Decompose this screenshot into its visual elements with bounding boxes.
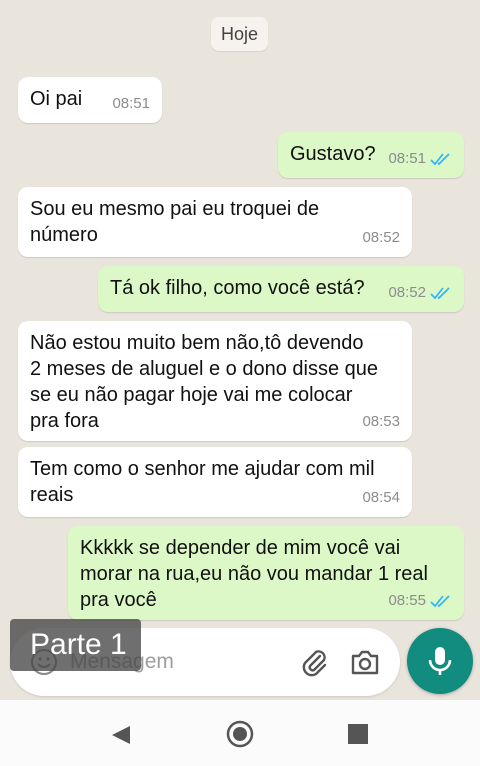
message-time: 08:55 [388, 592, 426, 609]
message-time: 08:51 [112, 95, 150, 112]
message-text: Tem como o senhor me ajudar com mil reai… [30, 458, 375, 506]
message-bubble-outgoing[interactable]: Kkkkk se depender de mim você vai morar … [68, 526, 464, 620]
paperclip-icon[interactable] [298, 646, 330, 678]
date-chip: Hoje [211, 17, 268, 51]
message-text: Kkkkk se depender de mim você vai morar … [80, 537, 428, 611]
system-nav-bar [0, 700, 480, 766]
home-circle-icon[interactable] [226, 720, 254, 748]
message-bubble-incoming[interactable]: Tem como o senhor me ajudar com mil reai… [18, 447, 412, 517]
message-time: 08:53 [362, 413, 400, 430]
message-time: 08:52 [362, 229, 400, 246]
message-bubble-incoming[interactable]: Oi pai 08:51 [18, 77, 162, 123]
message-bubble-incoming[interactable]: Sou eu mesmo pai eu troquei de número 08… [18, 187, 412, 257]
microphone-icon [428, 647, 452, 675]
message-time: 08:54 [362, 489, 400, 506]
microphone-button[interactable] [407, 628, 473, 694]
message-text: Sou eu mesmo pai eu troquei de número [30, 198, 320, 246]
message-text: Tá ok filho, como você está? [110, 277, 365, 299]
read-receipt-icon [430, 595, 450, 608]
read-receipt-icon [430, 153, 450, 166]
back-triangle-icon[interactable] [110, 724, 132, 746]
video-part-label: Parte 1 [10, 619, 141, 671]
message-time: 08:52 [388, 284, 426, 301]
message-bubble-outgoing[interactable]: Gustavo? 08:51 [278, 132, 464, 178]
recent-square-icon[interactable] [348, 724, 368, 744]
message-text: Gustavo? [290, 143, 376, 165]
message-bubble-incoming[interactable]: Não estou muito bem não,tô devendo 2 mes… [18, 321, 412, 441]
read-receipt-icon [430, 287, 450, 300]
message-text: Oi pai [30, 88, 83, 110]
message-time: 08:51 [388, 150, 426, 167]
message-text: Não estou muito bem não,tô devendo 2 mes… [30, 332, 379, 432]
camera-icon[interactable] [350, 648, 380, 676]
message-bubble-outgoing[interactable]: Tá ok filho, como você está? 08:52 [98, 266, 464, 312]
